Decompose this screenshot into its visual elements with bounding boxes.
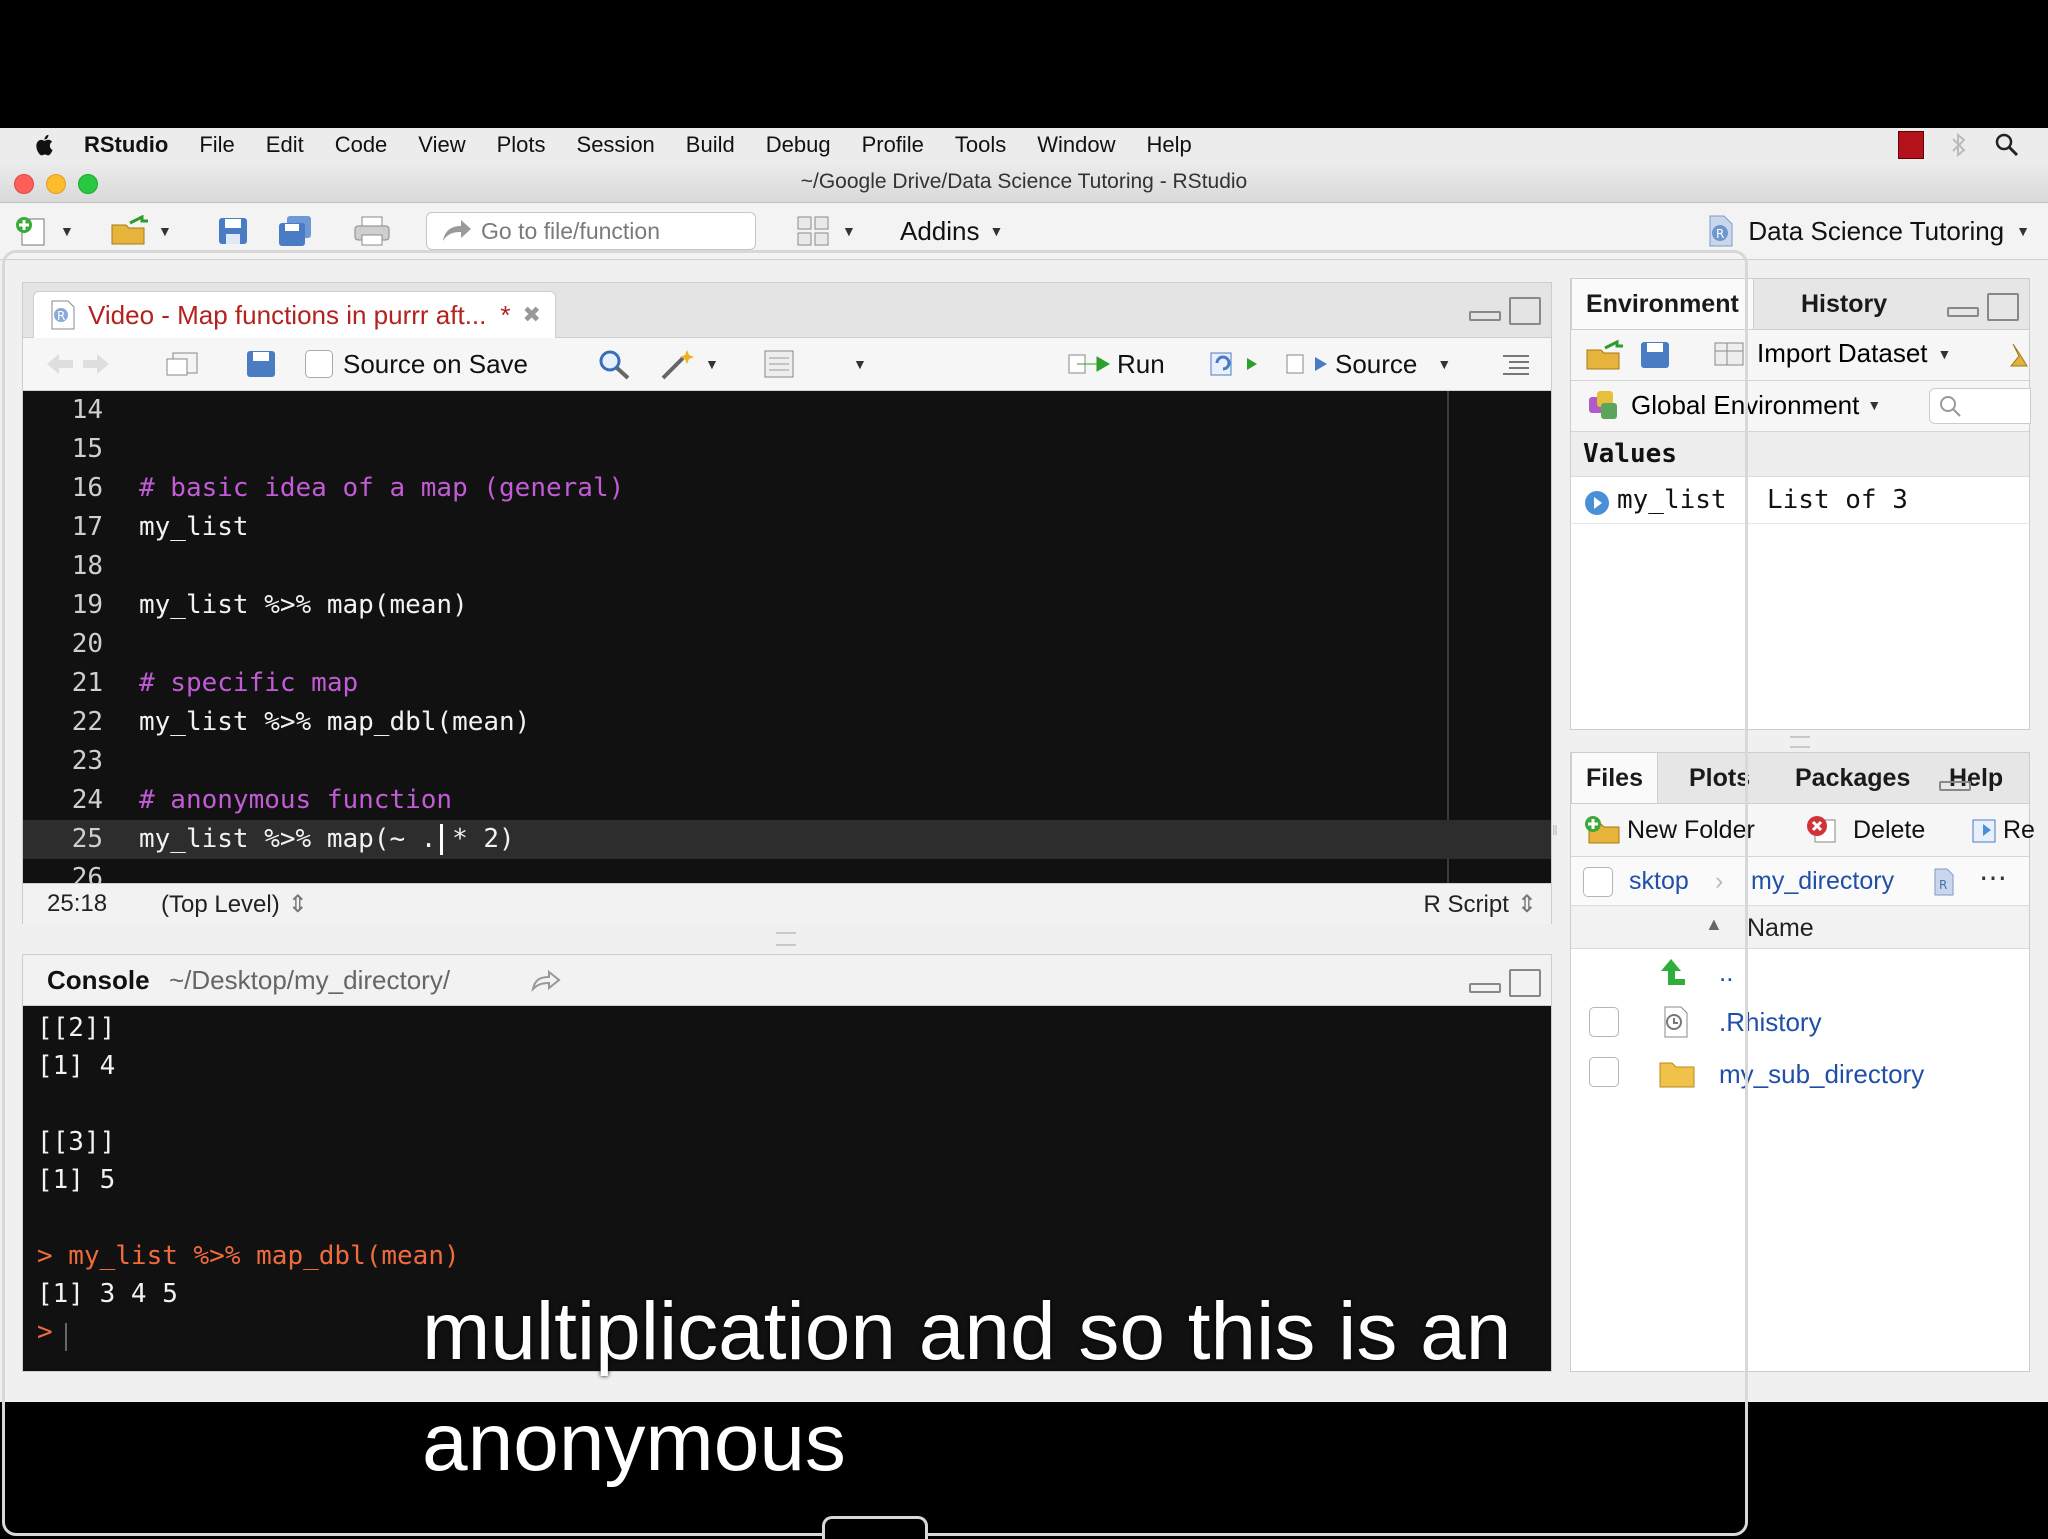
import-dataset-label: Import Dataset <box>1757 338 1928 368</box>
menu-view[interactable]: View <box>418 132 465 158</box>
menu-edit[interactable]: Edit <box>266 132 304 158</box>
minimize-pane-button[interactable] <box>1947 307 1979 317</box>
spotlight-search-icon[interactable] <box>1994 132 2020 158</box>
menu-plots[interactable]: Plots <box>497 132 546 158</box>
save-all-button[interactable] <box>276 215 316 247</box>
more-icon[interactable]: ⋯ <box>1979 861 2007 894</box>
apple-icon[interactable] <box>32 132 58 158</box>
goto-arrow-icon <box>443 220 471 241</box>
addins-label: Addins <box>900 215 980 246</box>
window-title: ~/Google Drive/Data Science Tutoring - R… <box>800 170 1248 193</box>
breadcrumb-current[interactable]: my_directory <box>1751 867 1894 896</box>
chevron-down-icon: ▼ <box>842 223 856 239</box>
menu-debug[interactable]: Debug <box>766 132 831 158</box>
menu-build[interactable]: Build <box>686 132 735 158</box>
goto-placeholder: Go to file/function <box>481 217 660 244</box>
addins-menu[interactable]: Addins ▼ <box>900 213 1003 249</box>
print-button[interactable] <box>352 215 392 247</box>
chevron-down-icon: ▼ <box>989 223 1004 239</box>
menu-code[interactable]: Code <box>335 132 388 158</box>
environment-pane-controls <box>1947 293 2019 321</box>
open-folder-icon <box>111 215 148 245</box>
chevron-down-icon: ▼ <box>158 223 172 239</box>
menu-session[interactable]: Session <box>577 132 655 158</box>
value-summary: List of 3 <box>1767 485 1908 515</box>
chevron-down-icon: ▼ <box>1867 397 1882 413</box>
menu-help[interactable]: Help <box>1147 132 1192 158</box>
subtitle-line-2: anonymous <box>422 1397 846 1488</box>
save-all-icon <box>279 216 311 246</box>
project-name: Data Science Tutoring <box>1748 215 2005 246</box>
menu-profile[interactable]: Profile <box>862 132 924 158</box>
environment-search-input[interactable] <box>1929 388 2031 424</box>
menu-app-name[interactable]: RStudio <box>84 132 168 158</box>
title-bar: ~/Google Drive/Data Science Tutoring - R… <box>0 162 2048 203</box>
search-icon <box>1940 396 1961 417</box>
broom-icon[interactable] <box>2007 342 2031 370</box>
menu-tools[interactable]: Tools <box>955 132 1006 158</box>
subtitle-line-1: multiplication and so this is an <box>422 1286 1512 1377</box>
tab-packages[interactable]: Packages <box>1781 753 1924 803</box>
tab-history[interactable]: History <box>1787 279 1901 329</box>
mac-menu-bar: RStudio File Edit Code View Plots Sessio… <box>0 128 2048 163</box>
workspace-panes-button[interactable]: ▼ <box>796 215 856 247</box>
delete-label: Delete <box>1853 815 1926 844</box>
new-file-button[interactable]: ▼ <box>14 215 74 247</box>
bluetooth-icon[interactable] <box>1950 132 1968 158</box>
maximize-pane-button[interactable] <box>1987 293 2019 321</box>
open-file-button[interactable]: ▼ <box>108 215 172 247</box>
rproject-icon: R <box>1709 215 1733 247</box>
rename-icon <box>1965 819 1996 843</box>
print-icon <box>354 216 390 246</box>
right-splitter-handle[interactable] <box>1790 736 1810 748</box>
minimize-pane-button[interactable] <box>1939 781 1971 791</box>
rename-label: Re <box>2003 815 2035 844</box>
menu-window[interactable]: Window <box>1037 132 1115 158</box>
delete-button[interactable]: Delete <box>1805 814 1925 846</box>
file-name[interactable]: my_sub_directory <box>1719 1059 1924 1090</box>
name-column-header[interactable]: Name <box>1747 914 1814 943</box>
project-menu[interactable]: R Data Science Tutoring ▼ <box>1702 213 2030 249</box>
new-file-icon <box>16 217 45 246</box>
rename-button[interactable]: Re <box>1963 814 2035 846</box>
grid-layout-icon <box>797 216 829 246</box>
chevron-down-icon: ▼ <box>60 223 74 239</box>
save-button[interactable] <box>216 215 250 247</box>
tab-help[interactable]: Help <box>1935 753 2017 803</box>
rproject-icon[interactable]: R <box>1929 867 1959 897</box>
recording-icon[interactable] <box>1898 131 1924 159</box>
svg-text:R: R <box>1716 227 1724 241</box>
delete-icon <box>1807 816 1836 843</box>
goto-file-function-input[interactable]: Go to file/function <box>426 212 756 250</box>
menu-file[interactable]: File <box>199 132 234 158</box>
svg-text:R: R <box>1939 878 1947 892</box>
save-icon <box>219 218 247 244</box>
chevron-down-icon: ▼ <box>1937 345 1952 362</box>
chevron-down-icon: ▼ <box>2016 223 2030 239</box>
